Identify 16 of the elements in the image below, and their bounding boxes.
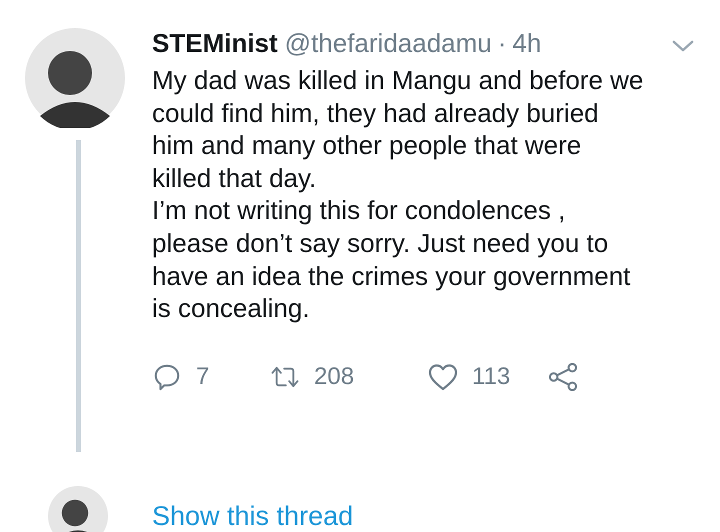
show-thread-link[interactable]: Show this thread xyxy=(152,500,354,532)
display-name[interactable]: STEMinist xyxy=(152,28,278,59)
user-handle[interactable]: @thefaridaadamu xyxy=(284,28,492,59)
share-icon[interactable] xyxy=(548,362,578,391)
avatar-icon[interactable] xyxy=(25,28,125,128)
timestamp[interactable]: 4h xyxy=(512,28,542,59)
avatar-icon[interactable] xyxy=(48,486,108,532)
reply-icon[interactable] xyxy=(152,362,182,391)
tweet-text: I’m not writing this for condolences , please don’t say sorry. Just need you to have an idea the crimes your government is concealing. xyxy=(152,194,632,325)
retweet-count: 208 xyxy=(314,362,354,391)
reply-count: 7 xyxy=(196,362,210,391)
chevron-icon[interactable] xyxy=(672,40,694,52)
like-count: 113 xyxy=(472,362,510,391)
tweet-text: My dad was killed in Mangu and before we could find him, they had already buried him and many other people that were killed that day. xyxy=(152,64,644,194)
heart-icon[interactable] xyxy=(428,362,458,391)
separator-dot: · xyxy=(498,28,506,59)
